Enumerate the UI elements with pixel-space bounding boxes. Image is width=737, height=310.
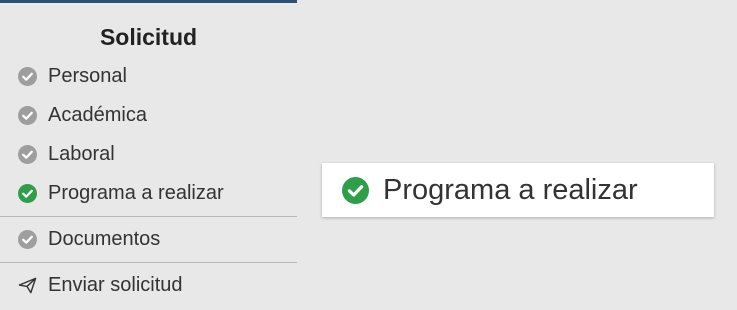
sidebar-item-label: Programa a realizar — [48, 182, 224, 204]
divider — [0, 216, 297, 217]
check-circle-icon — [18, 145, 37, 164]
sidebar-item-label: Laboral — [48, 143, 115, 165]
sidebar-item-academica[interactable]: Académica — [0, 96, 297, 135]
sidebar-item-personal[interactable]: Personal — [0, 57, 297, 96]
current-step-card: Programa a realizar — [322, 163, 714, 217]
check-circle-icon — [342, 176, 369, 204]
paper-plane-icon — [18, 276, 37, 295]
sidebar-item-programa[interactable]: Programa a realizar — [0, 174, 297, 213]
check-circle-icon — [18, 106, 37, 125]
sidebar-item-label: Documentos — [48, 228, 161, 250]
sidebar-item-label: Personal — [48, 65, 127, 87]
sidebar-item-label: Enviar solicitud — [48, 274, 183, 296]
check-circle-icon — [18, 67, 37, 86]
sidebar-title: Solicitud — [99, 24, 198, 50]
check-circle-icon — [18, 184, 37, 203]
sidebar-item-documentos[interactable]: Documentos — [0, 220, 297, 259]
current-step-label: Programa a realizar — [383, 173, 638, 206]
sidebar-item-laboral[interactable]: Laboral — [0, 135, 297, 174]
divider — [0, 262, 297, 263]
sidebar-item-enviar-solicitud[interactable]: Enviar solicitud — [0, 266, 297, 305]
sidebar-item-label: Académica — [48, 104, 147, 126]
sidebar: Solicitud Personal Académica Laboral Pro… — [0, 0, 297, 310]
check-circle-icon — [18, 230, 37, 249]
